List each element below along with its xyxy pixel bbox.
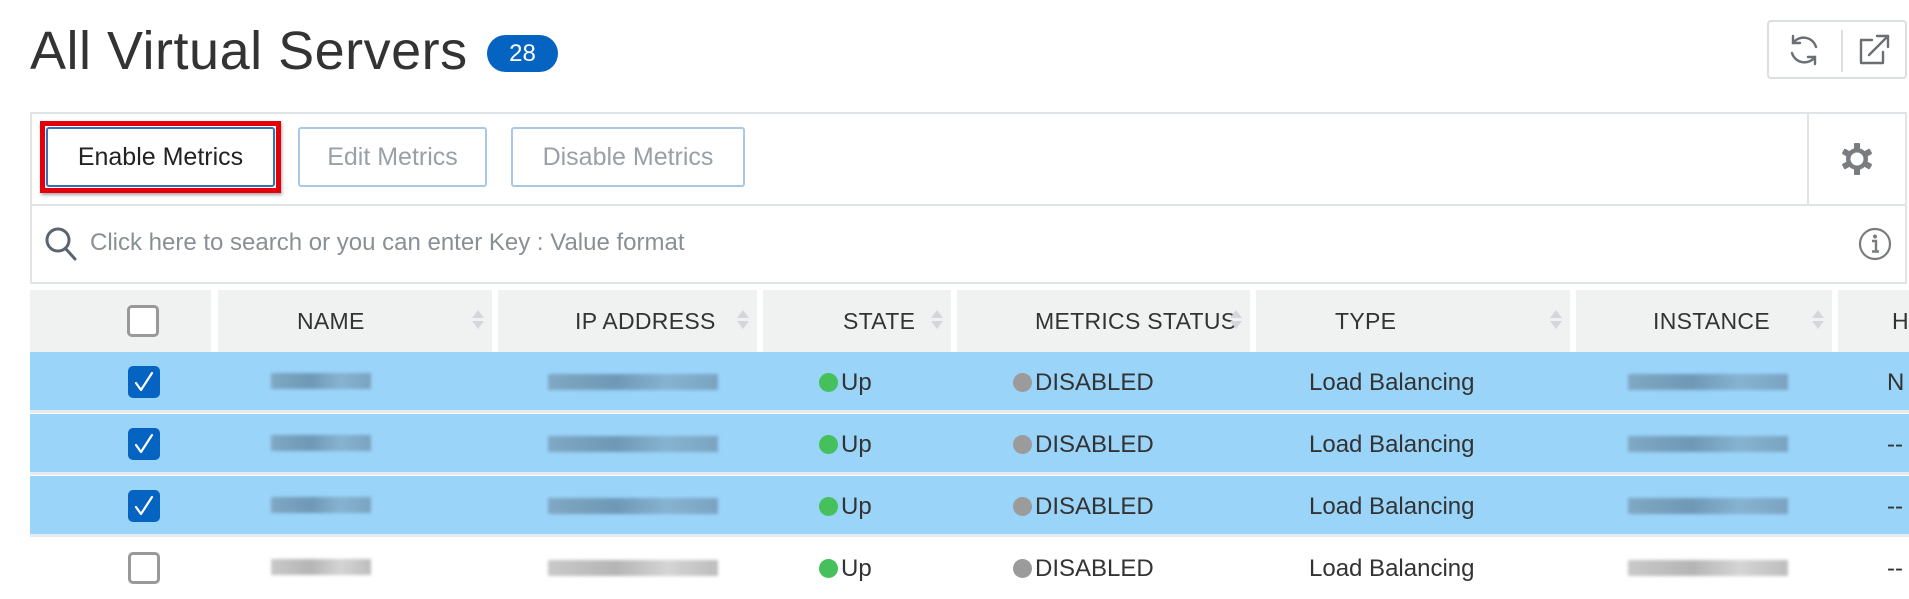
column-header-state[interactable]: STATE <box>763 290 951 352</box>
metrics-disabled-indicator <box>1013 373 1032 392</box>
instance-cell-redacted <box>1628 436 1788 452</box>
row-checkbox[interactable] <box>128 428 160 460</box>
ip-cell-redacted <box>548 560 718 576</box>
settings-button[interactable] <box>1807 114 1905 204</box>
metrics-status-cell: DISABLED <box>1013 538 1154 599</box>
type-cell: Load Balancing <box>1309 369 1475 396</box>
state-cell: Up <box>819 538 872 599</box>
column-header-instance[interactable]: INSTANCE <box>1576 290 1832 352</box>
type-cell: Load Balancing <box>1309 493 1475 520</box>
gear-icon <box>1842 143 1872 175</box>
page-title: All Virtual Servers <box>30 21 468 81</box>
ho-cell: N <box>1887 369 1905 396</box>
name-cell-redacted[interactable] <box>271 497 371 513</box>
row-checkbox[interactable] <box>128 490 160 522</box>
ho-cell: -- <box>1887 555 1903 582</box>
row-checkbox[interactable] <box>128 552 160 584</box>
sort-icon <box>737 310 749 332</box>
search-input[interactable] <box>88 216 1792 270</box>
select-all-cell <box>30 290 211 352</box>
metrics-disabled-indicator <box>1013 559 1032 578</box>
table-row[interactable]: Up DISABLED Load Balancing -- <box>30 414 1909 475</box>
instance-cell-redacted <box>1628 374 1788 390</box>
metrics-status-cell: DISABLED <box>1013 476 1154 537</box>
refresh-icon <box>1790 34 1818 65</box>
enable-metrics-button[interactable]: Enable Metrics <box>40 121 281 193</box>
name-cell-redacted[interactable] <box>271 435 371 451</box>
type-cell: Load Balancing <box>1309 431 1475 458</box>
metrics-disabled-indicator <box>1013 435 1032 454</box>
instance-cell-redacted <box>1628 498 1788 514</box>
refresh-button[interactable] <box>1769 22 1839 77</box>
type-cell: Load Balancing <box>1309 555 1475 582</box>
state-up-indicator <box>819 435 838 454</box>
sort-icon <box>1550 310 1562 332</box>
table-header: NAME IP ADDRESS STATE METRICS STATUS TYP… <box>30 290 1909 352</box>
metrics-status-cell: DISABLED <box>1013 352 1154 413</box>
state-cell: Up <box>819 414 872 475</box>
ho-cell: -- <box>1887 431 1903 458</box>
header-actions <box>1767 20 1907 79</box>
metrics-disabled-indicator <box>1013 497 1032 516</box>
column-header-ip-address[interactable]: IP ADDRESS <box>498 290 757 352</box>
checkmark-icon <box>134 371 154 392</box>
state-up-indicator <box>819 373 838 392</box>
info-icon[interactable] <box>1857 226 1893 262</box>
name-cell-redacted[interactable] <box>271 559 371 575</box>
ip-cell-redacted <box>548 374 718 390</box>
checkmark-icon <box>134 495 154 516</box>
count-badge: 28 <box>487 35 558 72</box>
row-checkbox[interactable] <box>128 366 160 398</box>
state-up-indicator <box>819 497 838 516</box>
external-link-icon <box>1859 34 1890 64</box>
edit-metrics-button[interactable]: Edit Metrics <box>298 127 487 187</box>
metrics-status-cell: DISABLED <box>1013 414 1154 475</box>
sort-icon <box>931 310 943 332</box>
search-bar <box>30 206 1907 284</box>
ho-cell: -- <box>1887 493 1903 520</box>
name-cell-redacted[interactable] <box>271 373 371 389</box>
ip-cell-redacted <box>548 498 718 514</box>
disable-metrics-button[interactable]: Disable Metrics <box>511 127 745 187</box>
search-icon <box>45 227 77 261</box>
instance-cell-redacted <box>1628 560 1788 576</box>
checkmark-icon <box>134 433 154 454</box>
state-cell: Up <box>819 476 872 537</box>
column-header-ho[interactable]: HO <box>1838 290 1909 352</box>
column-header-metrics-status[interactable]: METRICS STATUS <box>957 290 1250 352</box>
sort-icon <box>1230 310 1242 332</box>
toolbar: Enable Metrics Edit Metrics Disable Metr… <box>30 112 1907 206</box>
table-row[interactable]: Up DISABLED Load Balancing -- <box>30 538 1909 599</box>
state-up-indicator <box>819 559 838 578</box>
sort-icon <box>472 310 484 332</box>
table-row[interactable]: Up DISABLED Load Balancing -- <box>30 476 1909 537</box>
column-header-type[interactable]: TYPE <box>1256 290 1570 352</box>
sort-icon <box>1812 310 1824 332</box>
select-all-checkbox[interactable] <box>127 305 159 337</box>
table-row[interactable]: Up DISABLED Load Balancing N <box>30 352 1909 413</box>
column-header-name[interactable]: NAME <box>218 290 492 352</box>
state-cell: Up <box>819 352 872 413</box>
ip-cell-redacted <box>548 436 718 452</box>
open-external-button[interactable] <box>1839 22 1909 77</box>
